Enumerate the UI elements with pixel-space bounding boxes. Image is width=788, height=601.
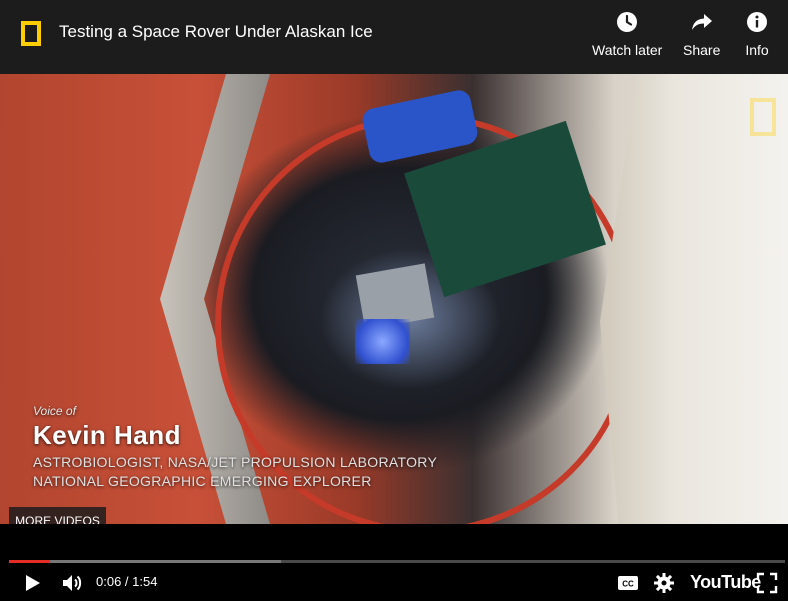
share-button[interactable]: Share [683, 10, 720, 58]
voice-of-label: Voice of [33, 404, 76, 418]
info-button[interactable]: Info [745, 10, 769, 58]
clock-icon [617, 12, 638, 32]
youtube-logo[interactable]: YouTube [690, 572, 761, 593]
watch-later-button[interactable]: Watch later [592, 10, 662, 58]
fullscreen-icon[interactable] [755, 571, 779, 595]
lower-third-caption: Voice of Kevin Hand ASTROBIOLOGIST, NASA… [33, 404, 437, 489]
watch-later-label: Watch later [592, 42, 663, 58]
player-controls: 0:06 / 1:54 CC YouTube [0, 524, 788, 601]
share-label: Share [683, 42, 721, 58]
played-bar [9, 560, 51, 563]
captions-icon[interactable]: CC [616, 571, 640, 595]
speaker-name: Kevin Hand [33, 420, 182, 450]
watermark-logo-icon [750, 98, 776, 136]
volume-icon[interactable] [60, 571, 84, 595]
speaker-title: ASTROBIOLOGIST, NASA/JET PROPULSION LABO… [33, 454, 438, 470]
rover-panel-right [600, 74, 788, 524]
speaker-affiliation: NATIONAL GEOGRAPHIC EMERGING EXPLORER [33, 473, 372, 489]
play-icon[interactable] [20, 571, 44, 595]
share-arrow-icon [691, 14, 712, 30]
settings-gear-icon[interactable] [652, 571, 676, 595]
blue-led-glow [355, 319, 410, 364]
duration: 1:54 [132, 574, 158, 589]
info-label: Info [745, 42, 769, 58]
info-icon [747, 12, 767, 32]
time-separator: / [121, 574, 133, 589]
player-top-bar: Testing a Space Rover Under Alaskan Ice … [0, 0, 788, 74]
progress-bar[interactable] [9, 560, 785, 563]
svg-text:CC: CC [622, 580, 634, 589]
time-display: 0:06 / 1:54 [96, 574, 157, 589]
national-geographic-logo-icon[interactable] [21, 21, 41, 46]
video-title[interactable]: Testing a Space Rover Under Alaskan Ice [59, 22, 373, 42]
current-time: 0:06 [96, 574, 122, 589]
